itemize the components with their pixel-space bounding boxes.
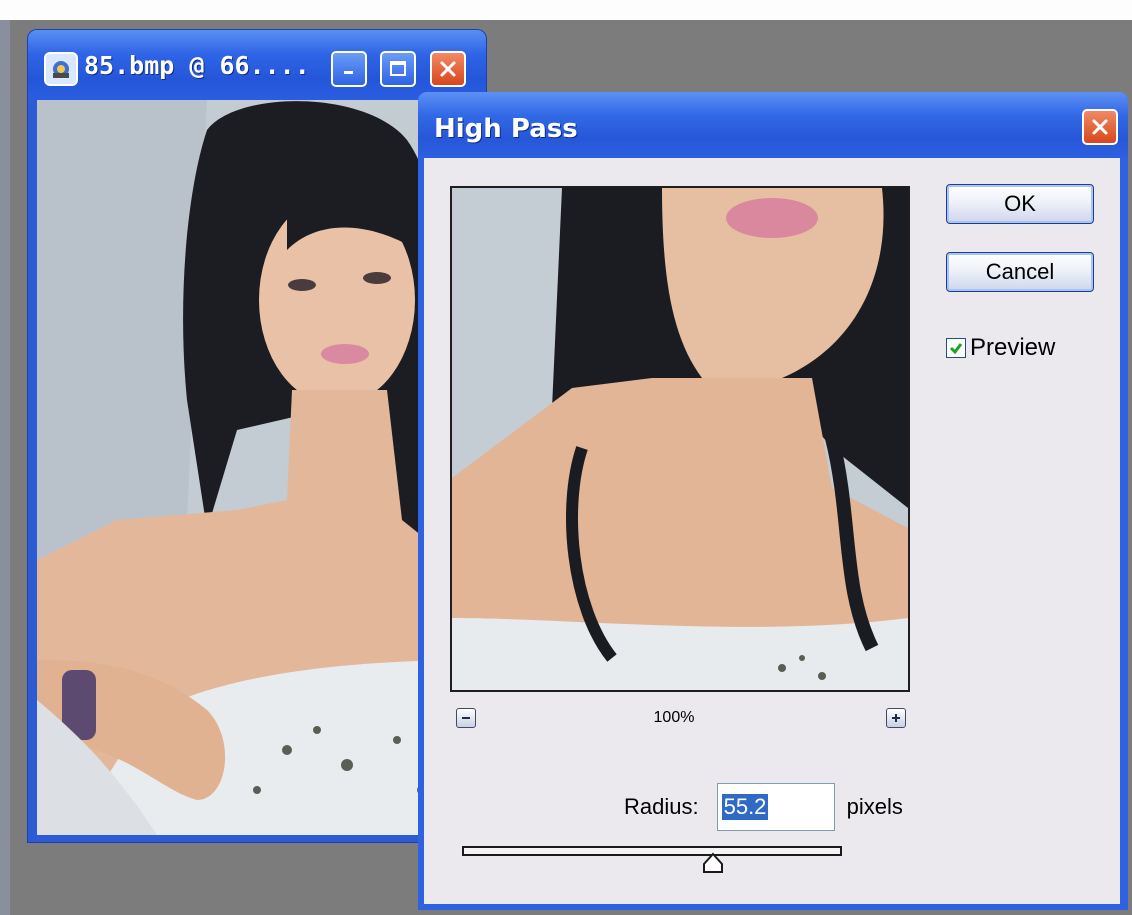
radius-label: Radius:	[624, 794, 699, 819]
close-icon	[440, 61, 456, 77]
document-photo	[37, 100, 477, 835]
close-icon	[1092, 119, 1108, 135]
preview-checkbox[interactable]	[946, 338, 966, 358]
minimize-button[interactable]	[331, 51, 367, 87]
minimize-icon	[344, 71, 353, 74]
zoom-out-button[interactable]	[456, 708, 476, 728]
preview-checkbox-label: Preview	[970, 334, 1056, 361]
document-titlebar[interactable]: 85.bmp @ 66....	[28, 30, 486, 100]
cancel-button[interactable]: Cancel	[946, 252, 1094, 292]
filter-preview[interactable]	[450, 186, 910, 692]
zoom-level: 100%	[653, 709, 695, 726]
ok-button[interactable]: OK	[946, 184, 1094, 224]
preview-photo	[452, 188, 908, 690]
plus-icon	[892, 714, 900, 722]
checkmark-icon	[949, 343, 963, 355]
close-button[interactable]	[430, 51, 466, 87]
dialog-body: 100% OK Cancel Preview Radius: 55.2 pixe…	[424, 158, 1120, 904]
dialog-title: High Pass	[434, 114, 578, 144]
minus-icon	[462, 717, 470, 719]
maximize-icon	[390, 61, 406, 76]
radius-input[interactable]: 55.2	[716, 783, 835, 831]
top-menu-strip	[0, 0, 1132, 20]
photoshop-document-icon[interactable]	[44, 52, 78, 86]
radius-slider-track[interactable]	[462, 846, 842, 856]
radius-value: 55.2	[721, 794, 769, 820]
radius-row: Radius: 55.2 pixels	[624, 781, 903, 833]
photoshop-document-icon-glyph	[53, 61, 69, 78]
maximize-button[interactable]	[380, 51, 416, 87]
radius-slider-thumb[interactable]	[702, 852, 724, 874]
slider-thumb-icon	[702, 852, 723, 873]
preview-checkbox-row[interactable]: Preview	[946, 334, 1055, 362]
document-title: 85.bmp @ 66....	[84, 51, 310, 80]
dialog-titlebar[interactable]: High Pass	[418, 92, 1128, 158]
high-pass-dialog: High Pass 100% OK Cancel Preview Radius:…	[418, 92, 1128, 910]
radius-unit: pixels	[846, 794, 903, 819]
zoom-in-button[interactable]	[886, 708, 906, 728]
workspace-left-edge	[0, 20, 10, 915]
dialog-close-button[interactable]	[1082, 109, 1118, 145]
document-canvas[interactable]	[37, 100, 477, 835]
